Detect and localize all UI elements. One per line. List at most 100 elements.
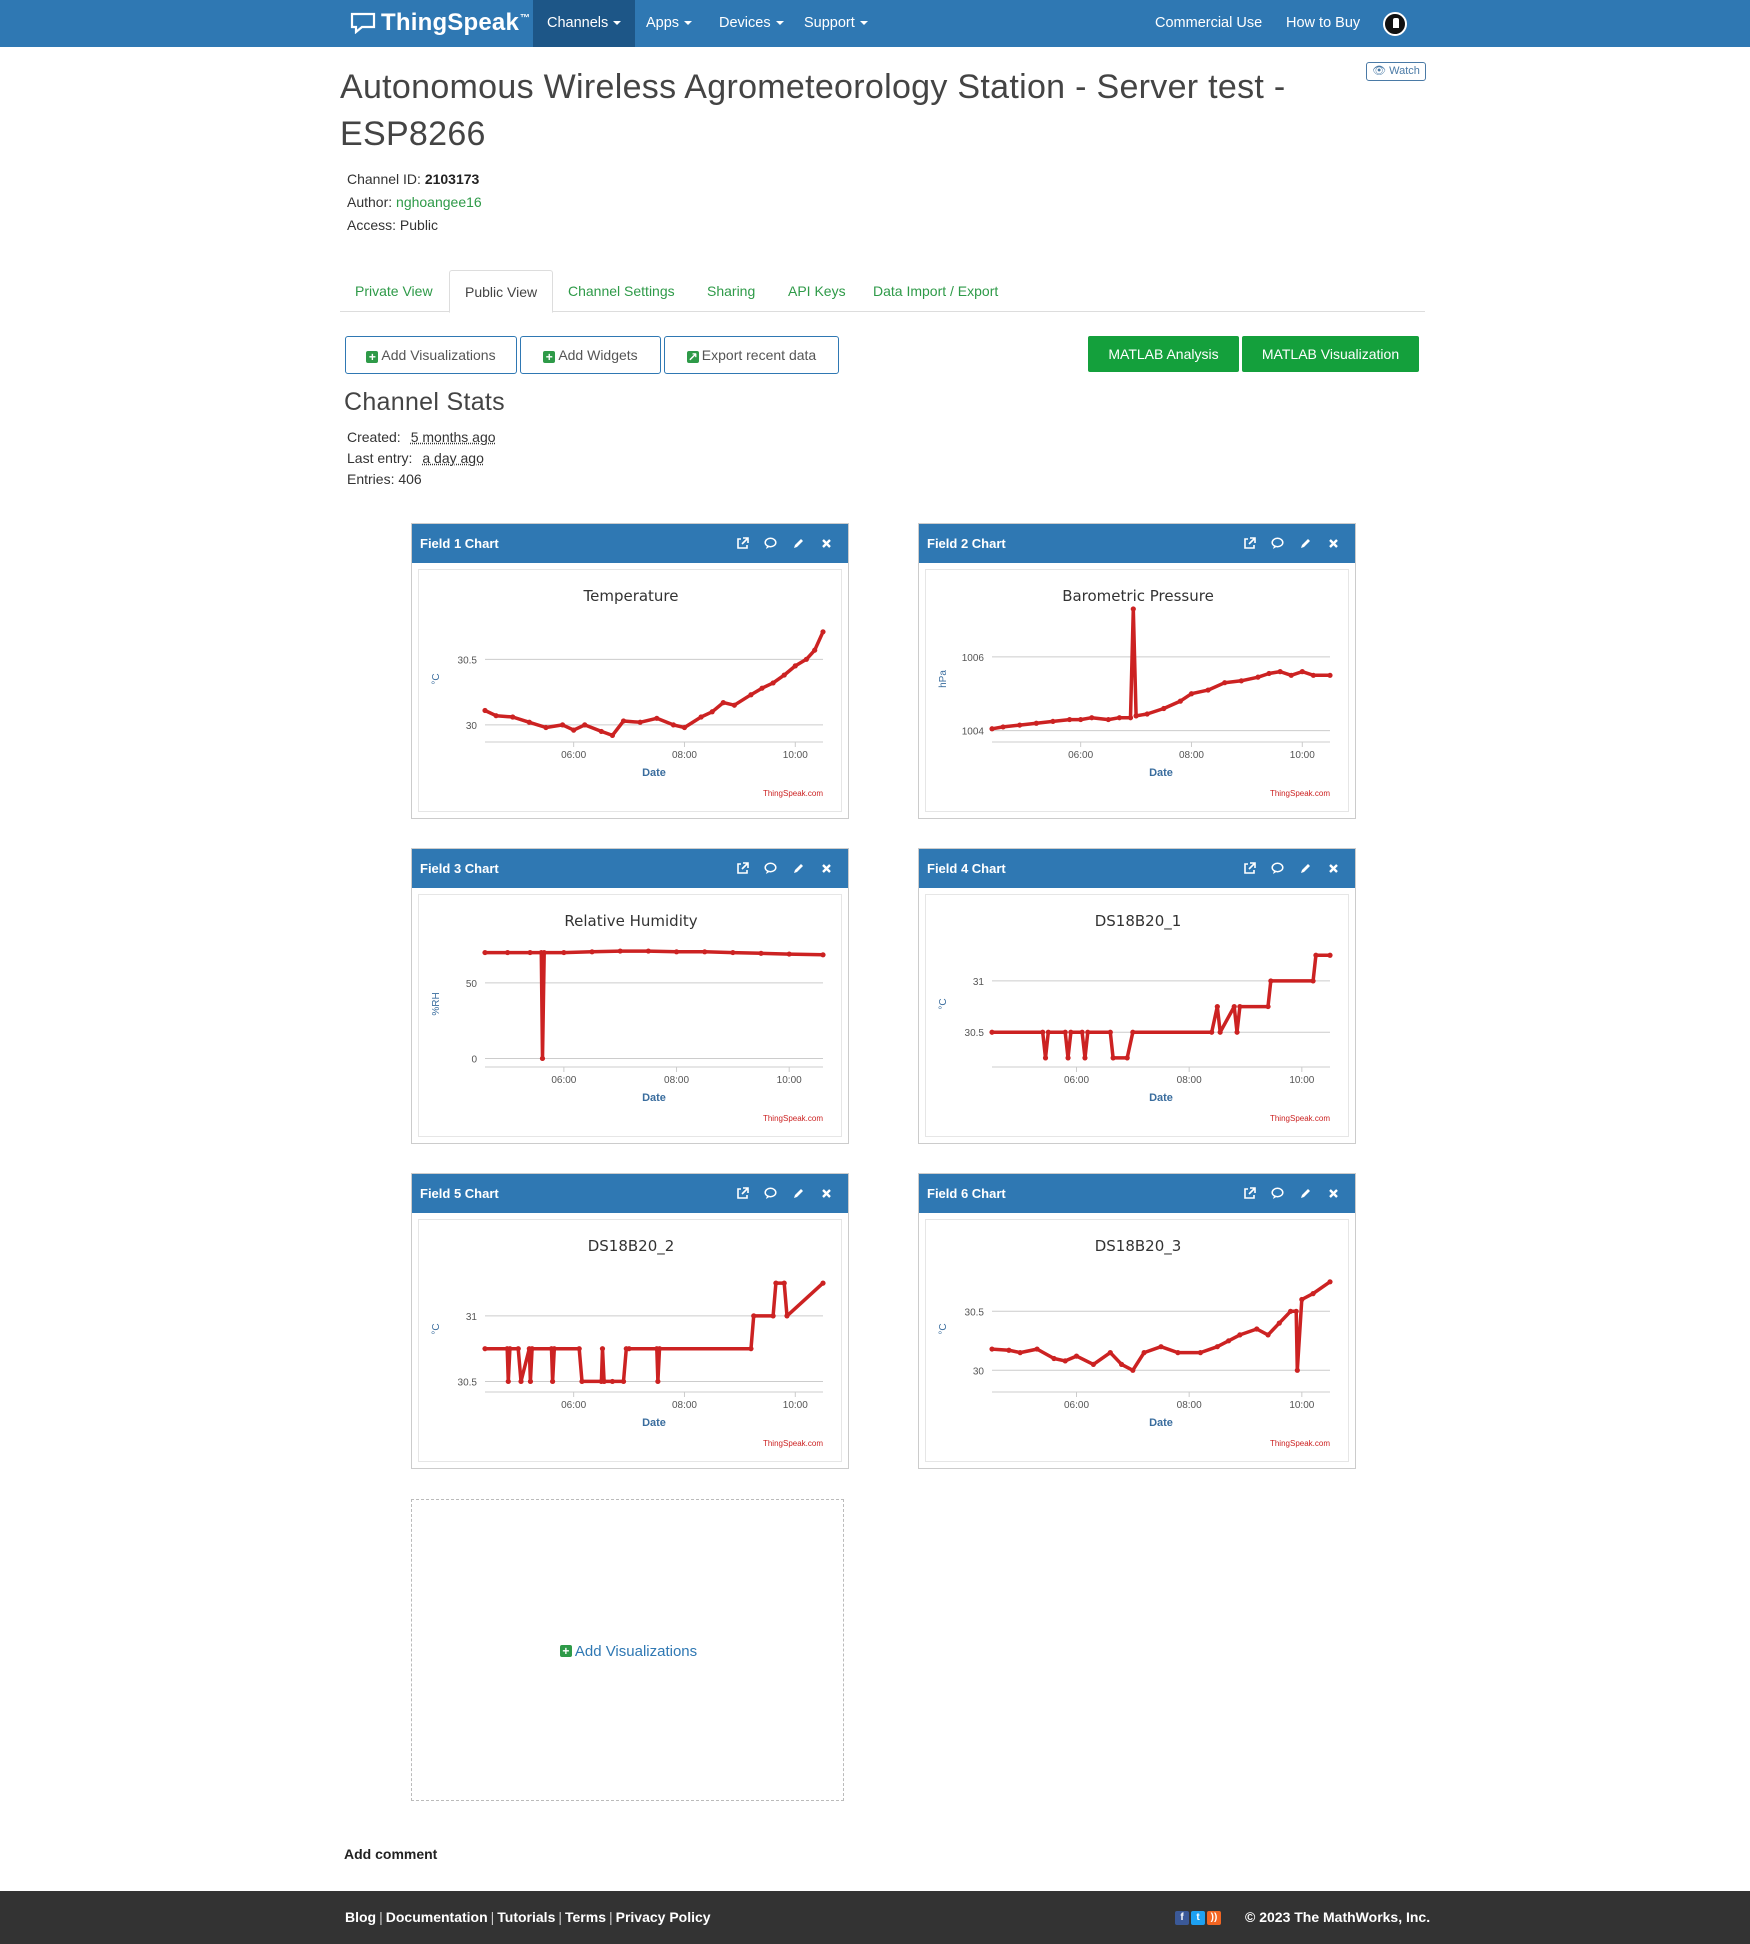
- x-tick-label: 06:00: [551, 1075, 576, 1086]
- data-point: [507, 1346, 513, 1352]
- chart-credit: ThingSpeak.com: [763, 789, 823, 798]
- user-avatar-icon[interactable]: [1383, 12, 1407, 36]
- data-point: [1144, 711, 1150, 717]
- pencil-icon[interactable]: [784, 849, 812, 888]
- data-point: [1237, 1003, 1243, 1010]
- watch-button[interactable]: 👁 Watch: [1366, 62, 1426, 81]
- nav-support[interactable]: Support: [790, 0, 882, 47]
- data-point: [1130, 1367, 1136, 1373]
- data-point: [571, 727, 577, 733]
- created-value: 5 months ago: [410, 429, 496, 445]
- data-point: [1288, 672, 1294, 678]
- nav-how-to-buy[interactable]: How to Buy: [1272, 0, 1374, 47]
- data-point: [1045, 1029, 1051, 1035]
- x-tick-label: 08:00: [1177, 1400, 1202, 1411]
- data-point: [1277, 669, 1283, 675]
- external-link-icon[interactable]: [728, 524, 756, 563]
- matlab-visualization-button[interactable]: MATLAB Visualization: [1242, 336, 1419, 372]
- data-point: [529, 1346, 535, 1352]
- data-point: [1222, 680, 1228, 686]
- social-icons: f t )): [1175, 1911, 1221, 1925]
- external-link-icon[interactable]: [1235, 849, 1263, 888]
- matlab-analysis-button[interactable]: MATLAB Analysis: [1088, 336, 1239, 372]
- data-point: [589, 949, 595, 955]
- data-point: [598, 728, 604, 735]
- comment-icon[interactable]: [1263, 849, 1291, 888]
- export-icon: ↗: [686, 350, 699, 364]
- tab-channel-settings[interactable]: Channel Settings: [553, 270, 690, 312]
- close-icon[interactable]: [1319, 524, 1347, 563]
- close-icon[interactable]: [812, 524, 840, 563]
- data-point: [792, 663, 798, 669]
- pencil-icon[interactable]: [1291, 1174, 1319, 1213]
- add-visualization-link[interactable]: + Add Visualizations: [412, 1500, 845, 1802]
- twitter-icon[interactable]: t: [1191, 1911, 1205, 1925]
- chart-title: Relative Humidity: [564, 912, 697, 930]
- nav-apps[interactable]: Apps: [632, 0, 706, 47]
- close-icon[interactable]: [1319, 849, 1347, 888]
- data-point: [1214, 1344, 1220, 1350]
- rss-icon[interactable]: )): [1207, 1911, 1221, 1925]
- add-visualization-placeholder[interactable]: + Add Visualizations: [411, 1499, 844, 1801]
- nav-devices[interactable]: Devices: [705, 0, 798, 47]
- nav-channels[interactable]: Channels: [533, 0, 636, 47]
- tab-api-keys[interactable]: API Keys: [773, 270, 861, 312]
- data-point: [1017, 1350, 1023, 1356]
- tab-sharing[interactable]: Sharing: [692, 270, 770, 312]
- y-tick-label: 1006: [962, 653, 985, 664]
- add-visualizations-button[interactable]: + Add Visualizations: [345, 336, 517, 374]
- tab-data-import-export[interactable]: Data Import / Export: [858, 270, 1013, 312]
- pencil-icon[interactable]: [784, 524, 812, 563]
- tab-public-view[interactable]: Public View: [449, 270, 554, 313]
- export-recent-data-button[interactable]: ↗ Export recent data: [664, 336, 839, 374]
- close-icon[interactable]: [1319, 1174, 1347, 1213]
- comment-icon[interactable]: [1263, 524, 1291, 563]
- add-widgets-button[interactable]: + Add Widgets: [520, 336, 661, 374]
- field-4-chart: DS18B20_1 30.5 31 06:00 08:00 10:00 Date °C Thin…: [938, 912, 1333, 1123]
- y-tick-label: 30.5: [965, 1028, 985, 1039]
- external-link-icon[interactable]: [728, 849, 756, 888]
- pencil-icon[interactable]: [784, 1174, 812, 1213]
- caret-down-icon: [859, 21, 868, 26]
- pencil-icon[interactable]: [1291, 524, 1319, 563]
- footer-link-documentation[interactable]: Documentation: [386, 1909, 488, 1925]
- comment-icon[interactable]: [756, 849, 784, 888]
- caret-down-icon: [613, 21, 622, 26]
- x-tick-label: 10:00: [783, 1400, 808, 1411]
- comment-icon[interactable]: [756, 524, 784, 563]
- field-1-chart-panel: Field 1 Chart Temperature 30 30.5 06:00 08:0…: [411, 523, 849, 819]
- close-icon[interactable]: [812, 1174, 840, 1213]
- nav-commercial-use[interactable]: Commercial Use: [1141, 0, 1276, 47]
- author-link[interactable]: nghoangee16: [396, 194, 482, 210]
- entries-value: 406: [398, 471, 422, 487]
- footer-link-tutorials[interactable]: Tutorials: [497, 1909, 555, 1925]
- external-link-icon[interactable]: [728, 1174, 756, 1213]
- brand-logo[interactable]: ThingSpeak ™: [350, 6, 530, 40]
- footer-link-terms[interactable]: Terms: [565, 1909, 606, 1925]
- facebook-icon[interactable]: f: [1175, 1911, 1189, 1925]
- data-point: [1299, 1296, 1305, 1303]
- add-comment-link[interactable]: Add comment: [344, 1846, 437, 1862]
- data-point: [609, 732, 616, 738]
- caret-down-icon: [775, 21, 784, 26]
- data-point: [1265, 1003, 1271, 1010]
- tab-private-view[interactable]: Private View: [340, 270, 448, 312]
- external-link-icon[interactable]: [1235, 524, 1263, 563]
- data-point: [751, 1313, 757, 1319]
- comment-icon[interactable]: [756, 1174, 784, 1213]
- data-point: [645, 948, 651, 954]
- footer-link-blog[interactable]: Blog: [345, 1909, 376, 1925]
- channel-id-value: 2103173: [424, 171, 480, 187]
- data-point: [1237, 1332, 1243, 1338]
- x-tick-label: 10:00: [1290, 750, 1315, 761]
- data-point: [1040, 1029, 1046, 1035]
- comment-icon[interactable]: [1263, 1174, 1291, 1213]
- pencil-icon[interactable]: [1291, 849, 1319, 888]
- close-icon[interactable]: [812, 849, 840, 888]
- chart-credit: ThingSpeak.com: [1270, 1439, 1330, 1448]
- data-point: [1158, 1344, 1164, 1350]
- external-link-icon[interactable]: [1235, 1174, 1263, 1213]
- footer-link-privacy-policy[interactable]: Privacy Policy: [616, 1909, 711, 1925]
- data-point: [527, 1378, 534, 1385]
- export-recent-label: Export recent data: [701, 347, 817, 363]
